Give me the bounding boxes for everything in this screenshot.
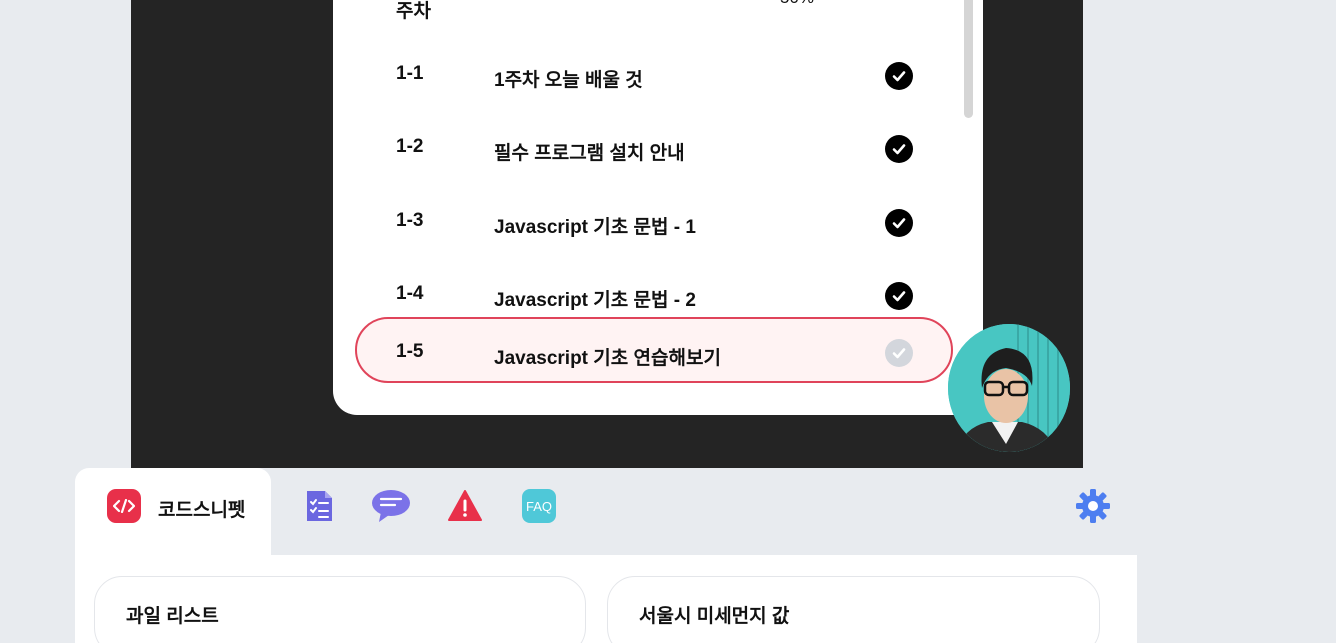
snippet-card-seoul-dust[interactable]: 서울시 미세먼지 값: [607, 576, 1100, 643]
check-circle-icon: [885, 282, 913, 310]
lesson-item-1-5[interactable]: 1-5 Javascript 기초 연습해보기: [355, 317, 953, 383]
faq-icon[interactable]: FAQ: [521, 488, 557, 524]
code-snippet-tab[interactable]: 코드스니펫: [75, 468, 271, 555]
lesson-number: 1-4: [396, 283, 424, 304]
lesson-title: 1주차 오늘 배울 것: [494, 70, 643, 91]
check-circle-icon: [885, 339, 913, 367]
lesson-number: 1-5: [396, 341, 424, 362]
lesson-item-1-2[interactable]: 1-2 필수 프로그램 설치 안내: [355, 116, 953, 182]
lesson-number: 1-3: [396, 210, 424, 231]
checklist-icon[interactable]: [301, 488, 337, 524]
check-circle-icon: [885, 135, 913, 163]
lesson-item-1-1[interactable]: 1-1 1주차 오늘 배울 것: [355, 43, 953, 109]
svg-text:FAQ: FAQ: [526, 499, 552, 514]
instructor-avatar: [948, 324, 1070, 452]
brand-name: 코드스니펫: [158, 500, 246, 521]
warning-icon[interactable]: [447, 488, 483, 524]
lesson-list-panel: 주차 50% 1-1 1주차 오늘 배울 것 1-2 필수 프로그램 설치 안내…: [333, 0, 983, 415]
check-circle-icon: [885, 209, 913, 237]
card-label: 서울시 미세먼지 값: [639, 606, 790, 627]
check-circle-icon: [885, 62, 913, 90]
gear-icon[interactable]: [1075, 488, 1111, 524]
lesson-title: Javascript 기초 문법 - 2: [494, 290, 696, 311]
card-label: 과일 리스트: [126, 606, 219, 627]
snippet-card-area: 과일 리스트 서울시 미세먼지 값: [75, 555, 1137, 643]
code-icon: [107, 489, 141, 523]
week-label: 주차: [396, 1, 431, 22]
lesson-panel-header: 주차 50%: [396, 0, 876, 22]
lesson-item-1-3[interactable]: 1-3 Javascript 기초 문법 - 1: [355, 190, 953, 256]
snippet-card-fruit-list[interactable]: 과일 리스트: [94, 576, 586, 643]
chat-icon[interactable]: [371, 488, 411, 524]
lesson-title: Javascript 기초 연습해보기: [494, 348, 721, 369]
lesson-number: 1-1: [396, 63, 424, 84]
snippet-toolbar: 코드스니펫 FAQ: [75, 468, 1137, 555]
lesson-title: 필수 프로그램 설치 안내: [494, 143, 685, 164]
lesson-title: Javascript 기초 문법 - 1: [494, 217, 696, 238]
lesson-number: 1-2: [396, 136, 424, 157]
scrollbar[interactable]: [964, 0, 973, 118]
progress-percent: 50%: [780, 0, 814, 8]
